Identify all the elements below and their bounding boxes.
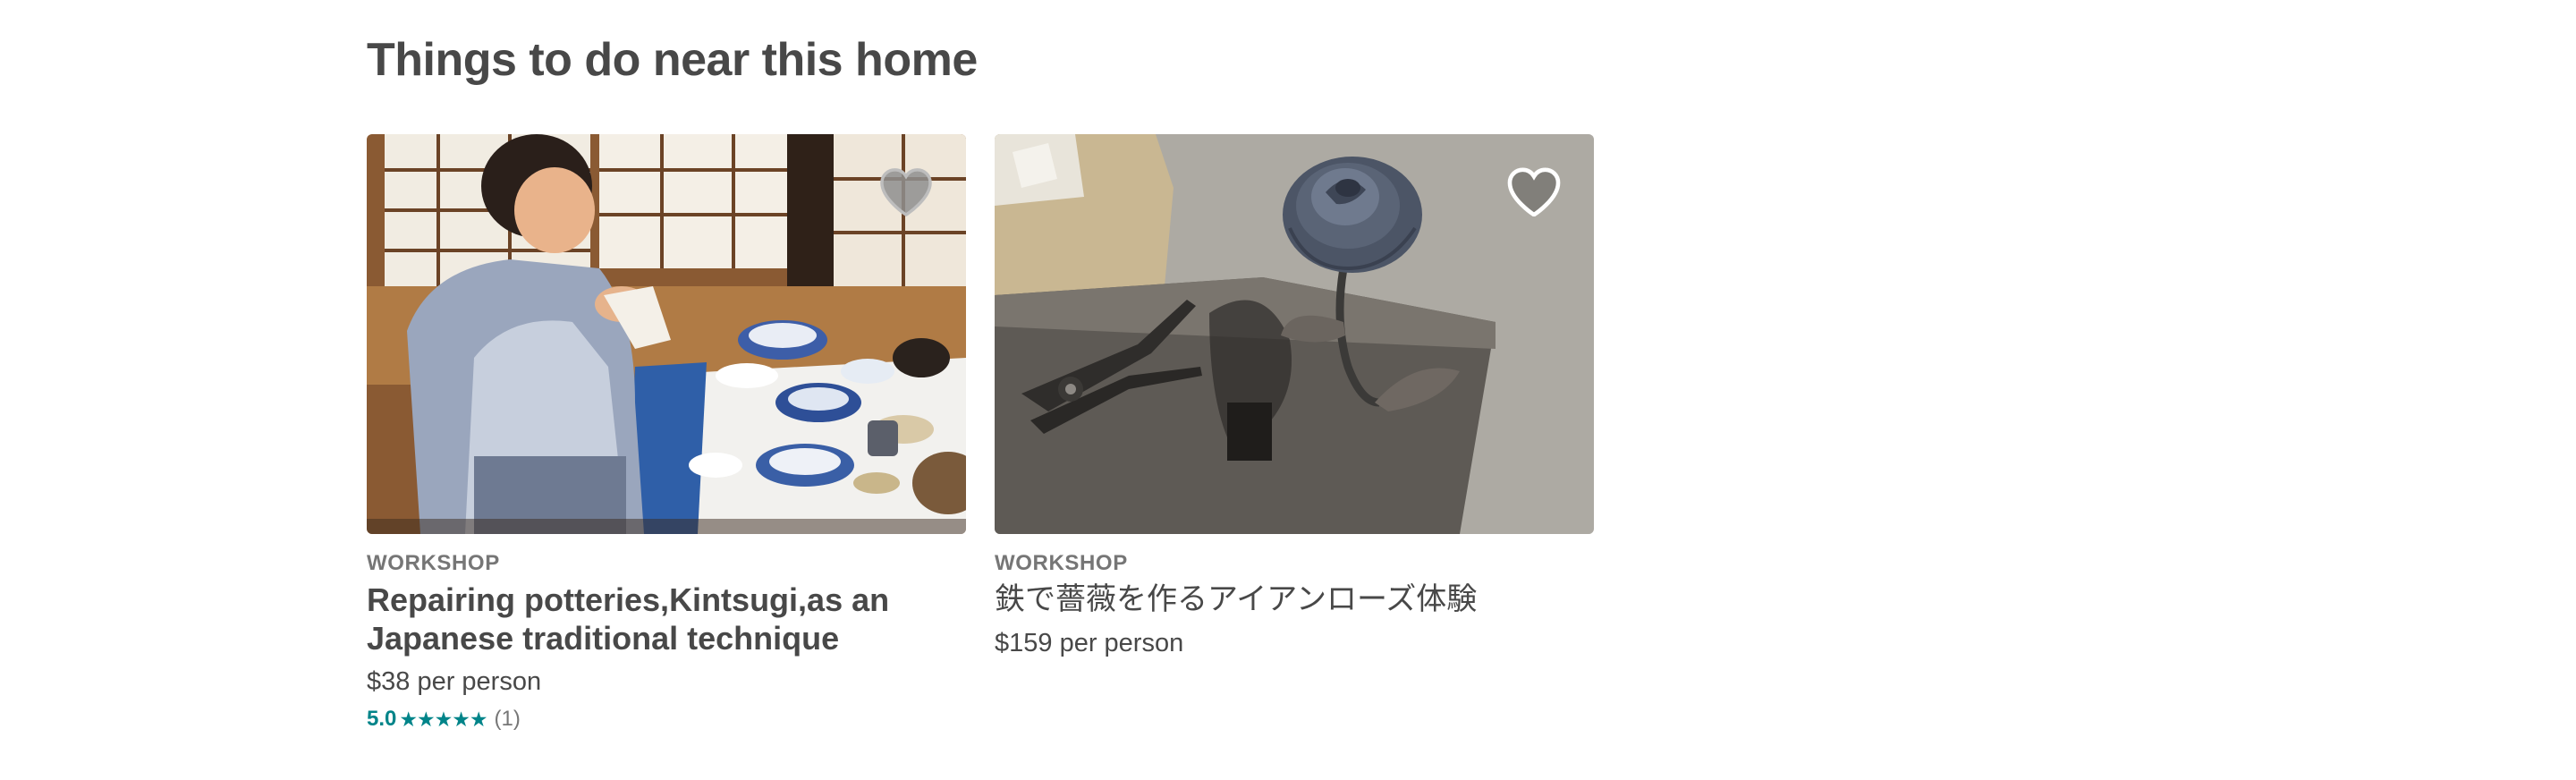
experience-category: WORKSHOP — [367, 551, 500, 575]
heart-outline-icon[interactable] — [1506, 166, 1562, 216]
experience-price: $38 per person — [367, 667, 542, 696]
experience-rating: 5.0 ★★★★★ (1) — [367, 706, 966, 733]
heart-icon[interactable] — [878, 166, 934, 216]
experience-card[interactable]: WORKSHOP 鉄で薔薇を作るアイアンローズ体験 $159 per perso… — [995, 134, 1594, 660]
experience-title[interactable]: 鉄で薔薇を作るアイアンローズ体験 — [995, 581, 1594, 619]
things-to-do-section: Things to do near this home WORKSHOP Rep… — [0, 0, 2576, 780]
iron-rose-image — [995, 134, 1594, 534]
rating-score: 5.0 — [367, 707, 397, 731]
experience-card[interactable]: WORKSHOP Repairing potteries,Kintsugi,as… — [367, 134, 966, 733]
experience-category: WORKSHOP — [995, 551, 1128, 575]
pottery-workshop-image — [367, 134, 966, 534]
review-count: (1) — [494, 707, 521, 731]
experience-price: $159 per person — [995, 629, 1184, 657]
section-title: Things to do near this home — [367, 34, 978, 86]
experience-photo[interactable] — [995, 134, 1594, 534]
experience-photo[interactable] — [367, 134, 966, 534]
star-icons: ★★★★★ — [399, 708, 487, 731]
experience-title[interactable]: Repairing potteries,Kintsugi,as an Japan… — [367, 581, 966, 657]
